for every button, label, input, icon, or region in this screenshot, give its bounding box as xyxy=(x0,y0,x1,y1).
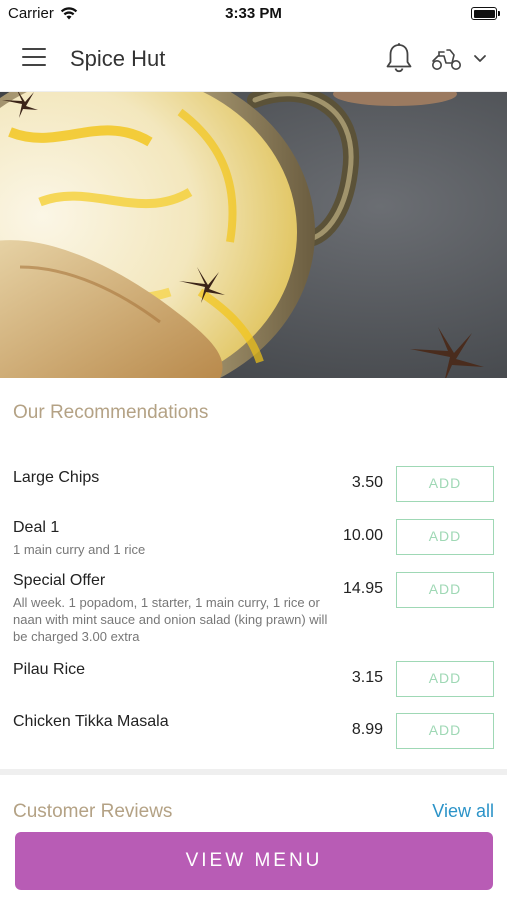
battery-icon xyxy=(471,7,500,20)
item-price: 3.15 xyxy=(351,669,383,686)
menu-item-pilau-rice: Pilau Rice 3.15 ADD xyxy=(0,661,507,701)
add-button[interactable]: ADD xyxy=(396,713,494,749)
item-description: 1 main curry and 1 rice xyxy=(13,542,146,557)
view-menu-button[interactable]: VIEW MENU xyxy=(15,832,493,890)
hamburger-menu-icon[interactable] xyxy=(22,48,46,68)
section-divider xyxy=(0,769,507,775)
item-name: Pilau Rice xyxy=(13,661,86,678)
view-all-reviews-link[interactable]: View all xyxy=(432,801,494,822)
add-button[interactable]: ADD xyxy=(396,519,494,555)
item-price: 10.00 xyxy=(342,527,383,544)
menu-item-deal-1: Deal 1 1 main curry and 1 rice 10.00 ADD xyxy=(0,519,507,559)
app-header: Spice Hut xyxy=(0,28,507,92)
menu-item-chicken-tikka-masala: Chicken Tikka Masala 8.99 ADD xyxy=(0,713,507,753)
menu-item-special-offer: Special Offer All week. 1 popadom, 1 sta… xyxy=(0,572,507,648)
item-name: Deal 1 xyxy=(13,519,60,536)
add-button[interactable]: ADD xyxy=(396,661,494,697)
item-name: Special Offer xyxy=(13,572,106,589)
recommendations-title: Our Recommendations xyxy=(13,402,209,423)
add-button[interactable]: ADD xyxy=(396,466,494,502)
reviews-title: Customer Reviews xyxy=(13,801,173,822)
add-button[interactable]: ADD xyxy=(396,572,494,608)
status-bar: Carrier 3:33 PM xyxy=(0,0,507,28)
item-description: All week. 1 popadom, 1 starter, 1 main c… xyxy=(13,595,328,644)
bell-icon[interactable] xyxy=(385,42,413,74)
item-price: 14.95 xyxy=(342,580,383,597)
delivery-scooter-icon[interactable] xyxy=(430,46,464,72)
menu-item-large-chips: Large Chips 3.50 ADD xyxy=(0,466,507,506)
chevron-down-icon[interactable] xyxy=(472,52,488,64)
item-price: 3.50 xyxy=(351,474,383,491)
item-price: 8.99 xyxy=(351,721,383,738)
item-name: Large Chips xyxy=(13,469,100,486)
item-name: Chicken Tikka Masala xyxy=(13,713,169,730)
hero-food-image xyxy=(0,92,507,378)
app-title: Spice Hut xyxy=(70,46,166,71)
status-time: 3:33 PM xyxy=(225,5,282,22)
